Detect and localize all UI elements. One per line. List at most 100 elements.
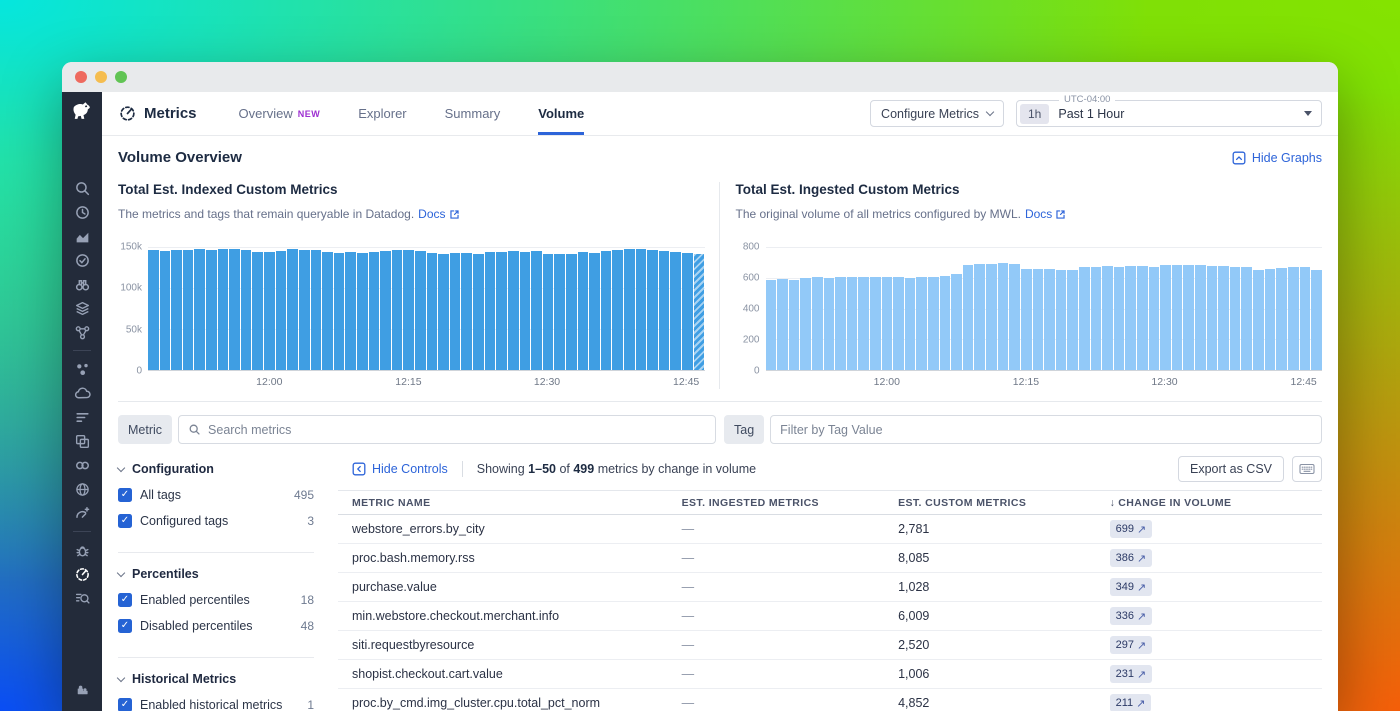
datadog-logo-icon[interactable] bbox=[69, 100, 95, 126]
checkbox[interactable]: ✓ bbox=[118, 593, 132, 607]
search-icon[interactable] bbox=[70, 176, 94, 200]
tag-filter-box[interactable] bbox=[770, 415, 1322, 444]
tab-volume[interactable]: Volume bbox=[538, 92, 585, 135]
checkbox[interactable]: ✓ bbox=[118, 619, 132, 633]
chart-bar bbox=[962, 265, 974, 370]
filter-group-header[interactable]: Historical Metrics bbox=[116, 672, 314, 686]
checkbox[interactable]: ✓ bbox=[118, 488, 132, 502]
filter-checkbox-item[interactable]: ✓ Disabled percentiles 48 bbox=[118, 619, 314, 633]
chart-bar bbox=[1067, 270, 1078, 370]
maximize-button[interactable] bbox=[115, 71, 127, 83]
column-metric-name[interactable]: METRIC NAME bbox=[338, 497, 668, 509]
processes-icon[interactable] bbox=[70, 357, 94, 381]
table-row[interactable]: proc.bash.memory.rss — 8,085 386 ↗ bbox=[338, 544, 1322, 573]
security-icon[interactable] bbox=[70, 538, 94, 562]
monitors-icon[interactable] bbox=[70, 248, 94, 272]
window-titlebar[interactable] bbox=[62, 62, 1338, 92]
filter-count: 48 bbox=[300, 619, 314, 633]
database-monitoring-icon[interactable] bbox=[70, 477, 94, 501]
close-button[interactable] bbox=[75, 71, 87, 83]
column-change-in-volume[interactable]: ↓ CHANGE IN VOLUME bbox=[1096, 497, 1322, 509]
time-range-picker[interactable]: UTC-04:00 1h Past 1 Hour bbox=[1016, 94, 1322, 127]
chart-bar bbox=[229, 249, 240, 370]
metric-name-cell: proc.bash.memory.rss bbox=[352, 551, 475, 565]
filter-checkbox-item[interactable]: ✓ Enabled historical metrics 1 bbox=[118, 698, 314, 711]
filter-checkbox-item[interactable]: ✓ Enabled percentiles 18 bbox=[118, 593, 314, 607]
tab-summary[interactable]: Summary bbox=[445, 92, 501, 135]
chart-bar bbox=[869, 277, 881, 370]
filter-checkbox-item[interactable]: ✓ Configured tags 3 bbox=[118, 514, 314, 528]
ingested-metrics-bar-chart[interactable] bbox=[765, 247, 1322, 371]
table-row[interactable]: purchase.value — 1,028 349 ↗ bbox=[338, 573, 1322, 602]
chart-bar bbox=[1113, 266, 1125, 370]
rum-icon[interactable] bbox=[70, 429, 94, 453]
est-ingested-cell: — bbox=[681, 580, 695, 594]
indexed-metrics-bar-chart[interactable] bbox=[148, 247, 705, 371]
chart-bar bbox=[531, 251, 542, 370]
minimize-button[interactable] bbox=[95, 71, 107, 83]
chart-bar bbox=[287, 249, 298, 370]
checkbox[interactable]: ✓ bbox=[118, 514, 132, 528]
filter-label: All tags bbox=[140, 488, 181, 502]
chart-bar bbox=[148, 250, 159, 370]
configure-metrics-button[interactable]: Configure Metrics bbox=[870, 100, 1004, 127]
change-in-volume-cell: 336 ↗ bbox=[1096, 607, 1322, 625]
events-icon[interactable] bbox=[70, 200, 94, 224]
infrastructure-icon[interactable] bbox=[70, 296, 94, 320]
watchdog-icon[interactable] bbox=[70, 272, 94, 296]
sort-descending-icon: ↓ bbox=[1109, 496, 1116, 509]
sidebar bbox=[62, 92, 102, 711]
tab-overview[interactable]: Overview NEW bbox=[239, 92, 321, 135]
filter-label: Enabled historical metrics bbox=[140, 698, 283, 711]
checkbox[interactable]: ✓ bbox=[118, 698, 132, 711]
metric-search-box[interactable] bbox=[178, 415, 716, 444]
hide-graphs-link[interactable]: Hide Graphs bbox=[1232, 151, 1322, 165]
ci-pipelines-icon[interactable] bbox=[70, 453, 94, 477]
page-content: Volume Overview Hide Graphs Total Est. I… bbox=[102, 136, 1338, 711]
chart-bar bbox=[461, 252, 473, 370]
keyboard-shortcuts-button[interactable] bbox=[1292, 456, 1322, 482]
chart-bar bbox=[1032, 269, 1044, 370]
column-est-custom[interactable]: EST. CUSTOM METRICS bbox=[884, 497, 1096, 509]
chart-bar bbox=[496, 251, 507, 370]
table-row[interactable]: webstore_errors.by_city — 2,781 699 ↗ bbox=[338, 515, 1322, 544]
trend-up-icon: ↗ bbox=[1137, 639, 1147, 652]
table-row[interactable]: shopist.checkout.cart.value — 1,006 231 ↗ bbox=[338, 660, 1322, 689]
logs-icon[interactable] bbox=[70, 405, 94, 429]
metrics-explorer-icon[interactable] bbox=[70, 586, 94, 610]
chart-bar bbox=[206, 250, 217, 370]
change-badge: 231 ↗ bbox=[1109, 665, 1153, 683]
table-row[interactable]: min.webstore.checkout.merchant.info — 6,00… bbox=[338, 602, 1322, 631]
cloud-icon[interactable] bbox=[70, 381, 94, 405]
table-row[interactable]: proc.by_cmd.img_cluster.cpu.total_pct_no… bbox=[338, 689, 1322, 711]
integrations-icon[interactable] bbox=[70, 677, 94, 701]
search-metrics-input[interactable] bbox=[208, 422, 706, 437]
table-row[interactable]: siti.requestbyresource — 2,520 297 ↗ bbox=[338, 631, 1322, 660]
tag-filter-input[interactable] bbox=[780, 422, 1312, 437]
est-custom-cell: 2,781 bbox=[898, 522, 930, 536]
chart-bar bbox=[777, 279, 788, 370]
filter-count: 18 bbox=[300, 593, 314, 607]
filter-count: 3 bbox=[307, 514, 314, 528]
synthetics-icon[interactable] bbox=[70, 501, 94, 525]
hide-controls-link[interactable]: Hide Controls bbox=[352, 462, 448, 476]
metric-chip: Metric bbox=[118, 415, 173, 444]
filter-group-header[interactable]: Configuration bbox=[116, 462, 314, 476]
chart-bar bbox=[438, 253, 449, 370]
filter-count: 1 bbox=[307, 698, 314, 711]
filter-checkbox-item[interactable]: ✓ All tags 495 bbox=[118, 488, 314, 502]
service-map-icon[interactable] bbox=[70, 320, 94, 344]
metrics-icon-active[interactable] bbox=[70, 562, 94, 586]
filter-group-header[interactable]: Percentiles bbox=[116, 567, 314, 581]
docs-link[interactable]: Docs bbox=[418, 207, 459, 221]
page-title: Volume Overview bbox=[118, 149, 242, 166]
divider bbox=[461, 461, 463, 477]
docs-link[interactable]: Docs bbox=[1025, 207, 1066, 221]
est-ingested-cell: — bbox=[681, 638, 695, 652]
tab-explorer[interactable]: Explorer bbox=[358, 92, 406, 135]
column-est-ingested[interactable]: EST. INGESTED METRICS bbox=[668, 497, 884, 509]
dashboards-icon[interactable] bbox=[70, 224, 94, 248]
app-title: Metrics bbox=[144, 105, 197, 122]
ingested-metrics-panel: Total Est. Ingested Custom Metrics The o… bbox=[720, 182, 1322, 389]
export-csv-button[interactable]: Export as CSV bbox=[1178, 456, 1284, 482]
